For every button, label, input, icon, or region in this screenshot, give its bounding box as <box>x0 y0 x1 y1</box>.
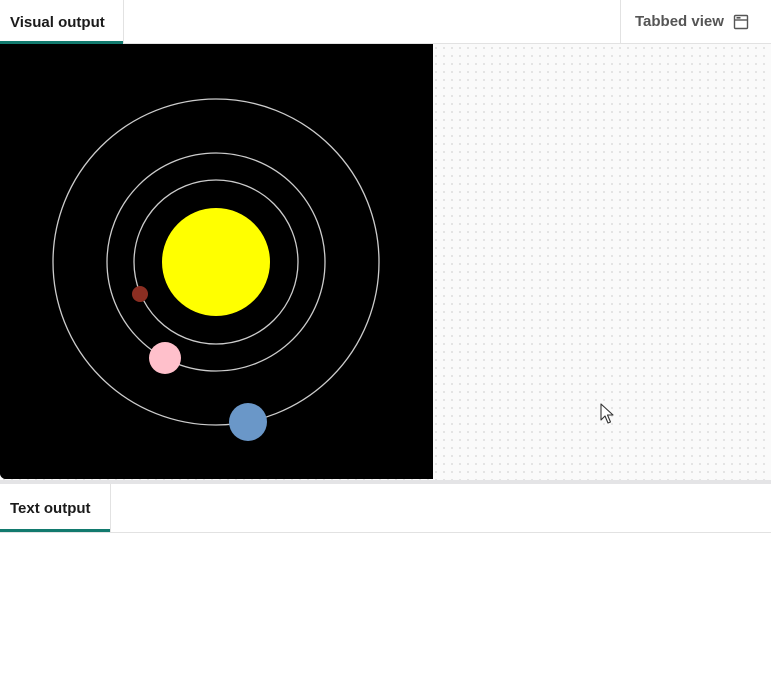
planet-small-red <box>132 286 148 302</box>
tabbed-view-button[interactable]: Tabbed view <box>620 0 771 43</box>
tab-visual-output[interactable]: Visual output <box>0 0 124 44</box>
tab-visual-output-label: Visual output <box>10 13 105 31</box>
planet-pink <box>149 342 181 374</box>
sun <box>162 208 270 316</box>
visual-output-tab-bar: Visual output Tabbed view <box>0 0 771 44</box>
visual-output-panel <box>0 44 771 480</box>
tab-text-output[interactable]: Text output <box>0 484 111 532</box>
text-output-panel <box>0 533 771 688</box>
tab-text-output-label: Text output <box>10 499 91 517</box>
tabbed-view-label: Tabbed view <box>635 13 724 30</box>
solar-system-canvas <box>0 44 433 479</box>
planet-blue <box>229 403 267 441</box>
window-layout-icon <box>733 14 749 29</box>
mouse-pointer-icon <box>600 403 614 424</box>
text-output-tab-bar: Text output <box>0 484 771 533</box>
